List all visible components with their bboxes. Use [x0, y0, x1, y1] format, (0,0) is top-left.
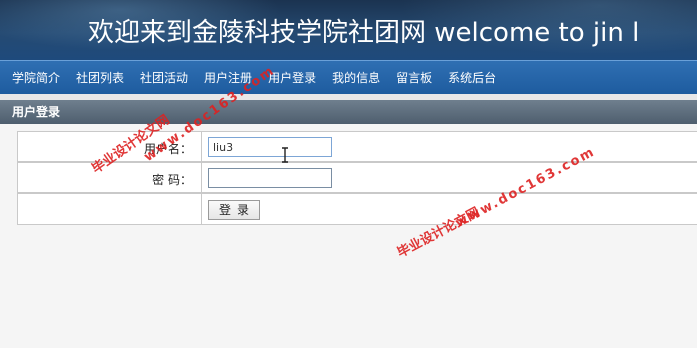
- nav-item-college-intro[interactable]: 学院简介: [12, 69, 60, 86]
- main-nav: 学院简介 社团列表 社团活动 用户注册 用户登录 我的信息 留言板 系统后台: [0, 60, 697, 94]
- login-button[interactable]: 登录: [208, 200, 260, 220]
- password-row: 密 码：: [17, 162, 697, 193]
- submit-row: 登录: [17, 193, 697, 225]
- banner-title: 欢迎来到金陵科技学院社团网 welcome to jin l: [88, 18, 640, 48]
- nav-item-guestbook[interactable]: 留言板: [396, 69, 432, 86]
- cell-divider: [201, 132, 202, 161]
- username-input[interactable]: [208, 137, 332, 157]
- section-title: 用户登录: [0, 100, 697, 124]
- site-banner: 欢迎来到金陵科技学院社团网 welcome to jin l: [0, 0, 697, 60]
- nav-item-club-list[interactable]: 社团列表: [76, 69, 124, 86]
- nav-item-admin[interactable]: 系统后台: [448, 69, 496, 86]
- nav-item-club-activities[interactable]: 社团活动: [140, 69, 188, 86]
- password-input[interactable]: [208, 168, 332, 188]
- text-cursor-icon: [282, 147, 288, 163]
- cell-divider: [201, 194, 202, 224]
- cell-divider: [201, 163, 202, 192]
- nav-item-my-info[interactable]: 我的信息: [332, 69, 380, 86]
- password-label: 密 码：: [152, 173, 192, 187]
